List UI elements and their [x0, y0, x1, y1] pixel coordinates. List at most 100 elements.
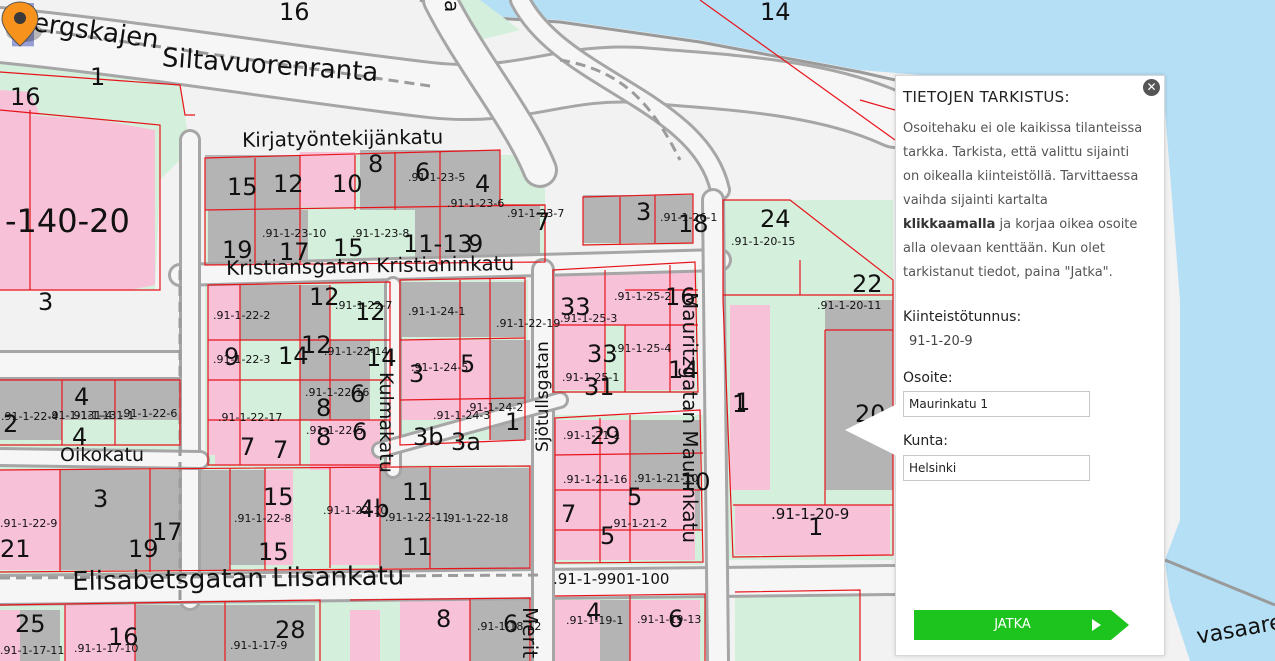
house-number: 6: [668, 605, 684, 633]
house-number: 8: [436, 605, 452, 633]
house-number: 10: [332, 170, 363, 198]
house-number: 7: [535, 208, 551, 236]
parcel-label: .91-1-21-16: [563, 473, 628, 486]
house-number: 18: [678, 210, 709, 238]
house-number: 9: [224, 343, 240, 371]
parcel-label: .91-1-24-3: [433, 409, 491, 422]
block-label: 4: [74, 383, 90, 411]
house-number: 12: [273, 170, 304, 198]
house-number: 3: [636, 198, 652, 226]
panel-instructions: Osoitehaku ei ole kaikissa tilanteissa t…: [903, 117, 1143, 285]
house-number: 1: [505, 408, 521, 436]
parcel-label: .91-1-22-2: [213, 309, 271, 322]
house-number: 15: [333, 234, 364, 262]
parcel-label: .91-1-22-3: [213, 353, 271, 366]
house-number: 4b: [359, 495, 390, 523]
property-id-value: 91-1-20-9: [909, 334, 973, 349]
house-number: 12: [309, 283, 340, 311]
street-label: Sjötullsgatan: [533, 341, 553, 452]
street-label: Kirjatyöntekijänkatu: [241, 124, 444, 152]
parcel-label: .91-1-22-18: [444, 512, 509, 525]
block-label: 25: [15, 610, 46, 638]
house-number: 3: [409, 360, 425, 388]
house-number: 7: [561, 500, 577, 528]
parcel-label: .91-1-20-15: [731, 235, 796, 248]
address-input[interactable]: [903, 391, 1090, 417]
parcel-label: .91-1-17-11: [0, 644, 65, 657]
house-number: 6: [503, 610, 519, 638]
house-number: 5: [627, 483, 643, 511]
house-number: 33: [560, 293, 591, 321]
house-number: 11: [402, 533, 433, 561]
instructions-bold: klikkaamalla: [903, 217, 996, 232]
house-number: 22: [852, 270, 883, 298]
location-pin-icon[interactable]: [0, 0, 44, 50]
block-label: 16: [10, 83, 41, 111]
house-number: 14: [668, 356, 699, 384]
house-number: 1: [808, 513, 824, 541]
parcel-label: .91-1-9901-100: [553, 570, 670, 588]
house-number: 11-13: [403, 230, 473, 258]
house-number: 12: [355, 298, 386, 326]
municipality-label: Kunta:: [903, 433, 949, 449]
verification-panel: TIETOJEN TARKISTUS: ✕ Osoitehaku ei ole …: [895, 75, 1165, 656]
parcel-label: .91-1-22-11: [385, 511, 450, 524]
house-number: 5: [460, 350, 476, 378]
street-label: Kulmakatu: [375, 372, 397, 473]
house-number: 4: [475, 170, 491, 198]
house-number: 9: [468, 230, 484, 258]
house-number: 12: [301, 331, 332, 359]
instructions-text-1: Osoitehaku ei ole kaikissa tilanteissa t…: [903, 121, 1143, 208]
block-label: -140-20: [5, 202, 130, 240]
parcel-label: .91-1-25-2: [614, 290, 672, 303]
close-icon[interactable]: ✕: [1143, 79, 1160, 96]
continue-arrow[interactable]: [1111, 610, 1129, 640]
street-label: Elisabetsgatan Liisankatu: [71, 561, 405, 597]
house-number: 8: [316, 423, 332, 451]
house-number: 7: [273, 436, 289, 464]
house-number: 16: [279, 0, 310, 26]
house-number: 16: [665, 283, 696, 311]
house-number: 24: [760, 205, 791, 233]
parcel-label: .91-1-22-8: [234, 512, 292, 525]
house-number: 19: [128, 535, 159, 563]
block-label: 1: [90, 63, 106, 91]
house-number: 3a: [451, 428, 481, 456]
house-number: 15: [258, 538, 289, 566]
address-label: Osoite:: [903, 370, 953, 386]
house-number: 33: [587, 340, 618, 368]
house-number: 11: [402, 478, 433, 506]
parcel-label: .91-1-131-1: [70, 409, 135, 422]
panel-pointer: [845, 404, 897, 456]
parcel-label: .91-1-22-19: [496, 317, 561, 330]
parcel-label: .91-1-25-4: [614, 342, 672, 355]
parcel-label: .91-1-23-6: [447, 197, 505, 210]
municipality-input[interactable]: [903, 455, 1090, 481]
house-number: 8: [368, 150, 384, 178]
house-number: 15: [263, 483, 294, 511]
house-number: 6: [352, 418, 368, 446]
house-number: 10: [680, 468, 711, 496]
house-number: 5: [600, 522, 616, 550]
street-label: a: [440, 0, 464, 13]
block-label: 3: [38, 288, 54, 316]
parcel-label: .91-1-21-2: [610, 517, 668, 530]
block-label: 4: [72, 423, 88, 451]
house-number: 6: [415, 158, 431, 186]
property-id-label: Kiinteistötunnus:: [903, 309, 1022, 325]
house-number: 3b: [413, 423, 444, 451]
continue-button[interactable]: JATKA: [914, 610, 1111, 640]
block-label: 21: [0, 535, 31, 563]
house-number: 28: [275, 616, 306, 644]
house-number: 29: [590, 422, 621, 450]
parcel-label: .91-1-24-1: [408, 305, 466, 318]
parcel-label: .91-1-22-17: [218, 411, 283, 424]
house-number: 6: [350, 380, 366, 408]
house-number: 7: [240, 433, 256, 461]
house-number: 31: [584, 373, 615, 401]
house-number: 3: [93, 485, 109, 513]
parcel-label: .91-1-22-9: [0, 517, 58, 530]
parcel-label: .91-1-20-11: [817, 299, 882, 312]
house-number: 8: [316, 394, 332, 422]
house-number: 17: [279, 238, 310, 266]
